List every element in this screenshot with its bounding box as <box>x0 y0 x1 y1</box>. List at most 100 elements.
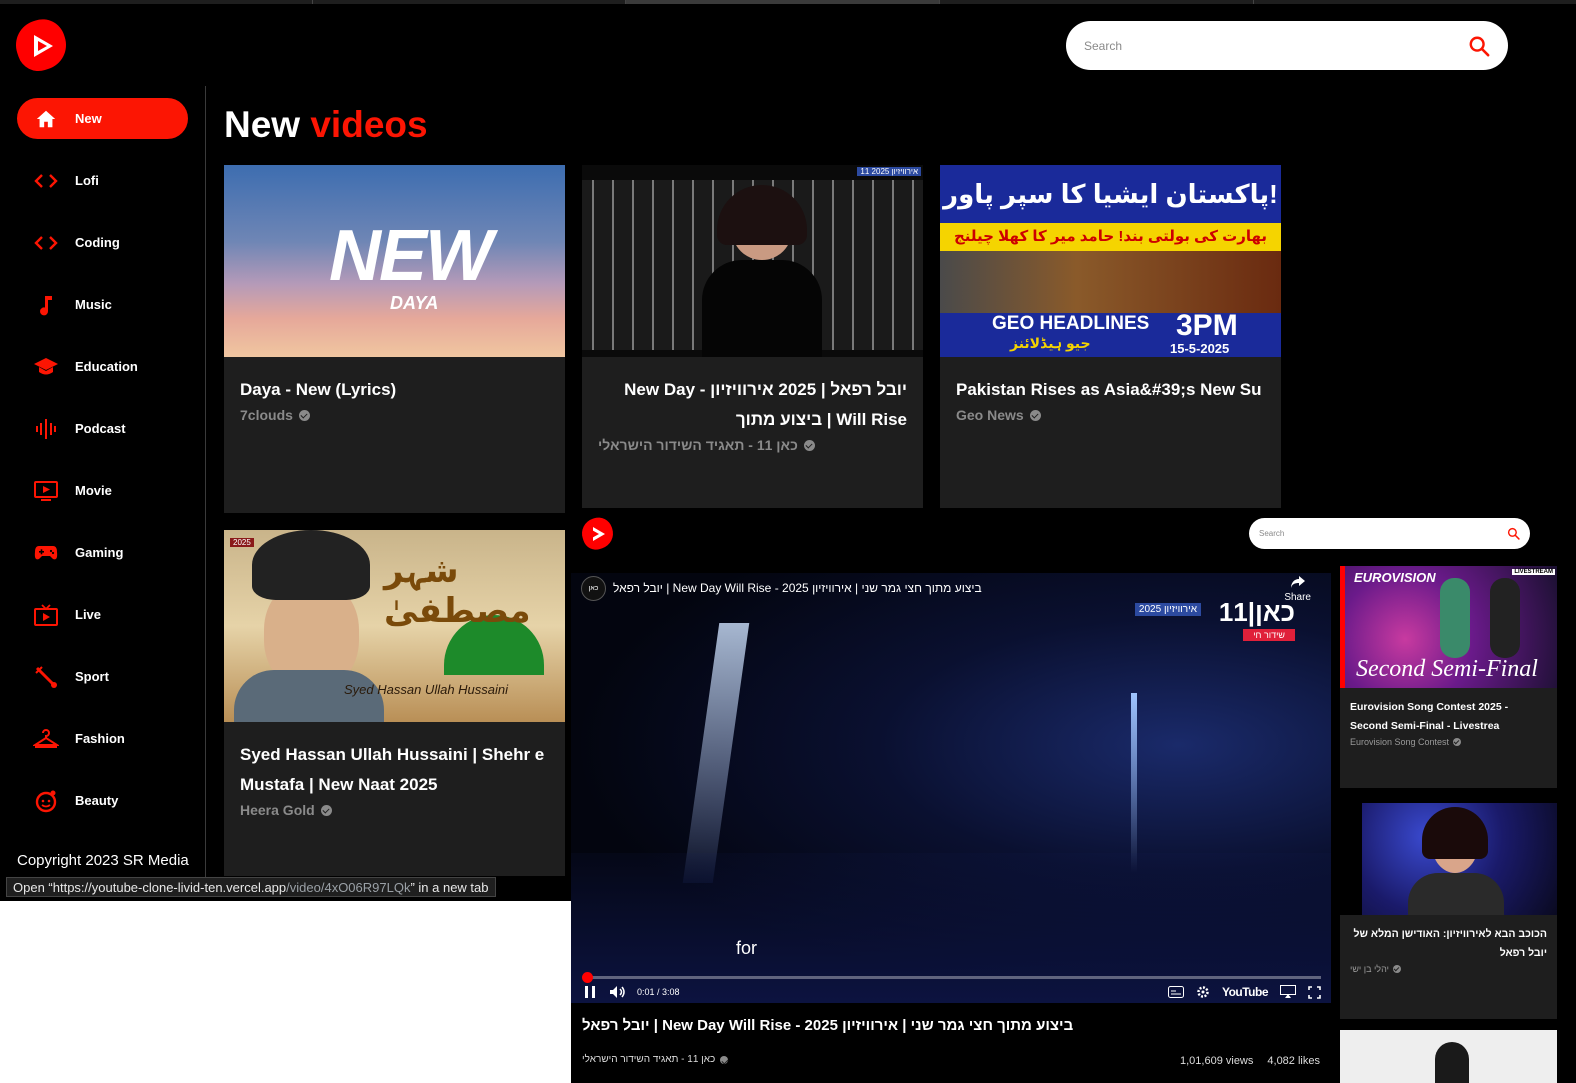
sidebar-item-movie[interactable]: Movie <box>17 470 188 511</box>
related-title[interactable]: הכוכב הבא לאירוויזיון: האודישן המלא של י… <box>1350 925 1547 963</box>
sidebar-item-new[interactable]: New <box>17 98 188 139</box>
verified-icon <box>803 439 815 451</box>
channel-name[interactable]: Geo News <box>956 407 1024 423</box>
sport-icon <box>17 665 75 689</box>
channel-name[interactable]: Eurovision Song Contest <box>1350 737 1449 747</box>
sidebar-item-coding[interactable]: Coding <box>17 222 188 263</box>
browser-tab[interactable] <box>313 0 626 4</box>
related-video-card[interactable] <box>1340 1030 1557 1083</box>
channel-name[interactable]: Heera Gold <box>240 802 315 818</box>
thumbnail-date: 15-5-2025 <box>1170 341 1230 356</box>
sidebar-item-label: Coding <box>75 235 120 250</box>
channel-name[interactable]: 7clouds <box>240 407 293 423</box>
page-title: New videos <box>224 104 428 146</box>
related-thumbnail[interactable] <box>1340 803 1557 915</box>
volume-icon[interactable] <box>609 985 627 999</box>
verified-icon <box>298 409 310 421</box>
sidebar-item-gaming[interactable]: Gaming <box>17 532 188 573</box>
thumbnail-logo: EUROVISION <box>1354 570 1436 585</box>
sidebar-item-label: Fashion <box>75 731 125 746</box>
sidebar-item-lofi[interactable]: Lofi <box>17 160 188 201</box>
channel-name[interactable]: כאן 11 - תאגיד השידור הישראלי <box>582 1054 715 1065</box>
hanger-icon <box>17 728 75 749</box>
face-icon <box>17 789 75 813</box>
video-card[interactable]: شہر مصطفیٰ Syed Hassan Ullah Hussaini 20… <box>224 530 565 876</box>
related-title[interactable]: Eurovision Song Contest 2025 - Second Se… <box>1350 698 1547 736</box>
video-card[interactable]: پاکستان ایشیا کا سپر پاور! بھارت کی بولت… <box>940 165 1281 508</box>
app-logo[interactable] <box>9 13 73 77</box>
thumbnail-program-urdu: جیو ہیڈلائنز <box>1010 335 1091 351</box>
video-card[interactable]: 11 אירוויזיון 2025 יובל רפאל | 2025 אירו… <box>582 165 923 508</box>
settings-icon[interactable] <box>1196 985 1210 999</box>
blank-area <box>0 901 571 1083</box>
airplay-icon[interactable] <box>1280 985 1296 999</box>
like-count: 4,082 likes <box>1267 1055 1320 1067</box>
related-video-card[interactable]: הכוכב הבא לאירוויזיון: האודישן המלא של י… <box>1340 803 1557 1019</box>
sidebar-item-live[interactable]: Live <box>17 594 188 635</box>
player-title[interactable]: ביצוע מתוך חצי גמר שני | אירוויזיון 2025… <box>613 581 982 595</box>
thumbnail-badge: 2025 <box>230 538 254 547</box>
video-title[interactable]: Daya - New (Lyrics) <box>240 375 549 405</box>
progress-bar[interactable] <box>581 972 1321 983</box>
time-display: 0:01 / 3:08 <box>637 987 680 997</box>
captions-icon[interactable] <box>1167 986 1184 998</box>
sidebar-item-label: Podcast <box>75 421 126 436</box>
link-status-tooltip: Open “https://youtube-clone-livid-ten.ve… <box>6 877 496 897</box>
sidebar-item-education[interactable]: Education <box>17 346 188 387</box>
video-player[interactable]: כאן ביצוע מתוך חצי גמר שני | אירוויזיון … <box>571 573 1331 1003</box>
sidebar-item-label: Music <box>75 297 112 312</box>
thumbnail-time: 3PM <box>1176 309 1238 342</box>
search-input[interactable]: Search <box>1084 39 1468 53</box>
fullscreen-icon[interactable] <box>1308 985 1321 999</box>
video-title[interactable]: Pakistan Rises as Asia&#39;s New Su <box>956 375 1265 405</box>
sidebar-item-music[interactable]: Music <box>17 284 188 325</box>
graduation-cap-icon <box>17 357 75 377</box>
home-icon <box>17 108 75 130</box>
sidebar-item-fashion[interactable]: Fashion <box>17 718 188 759</box>
channel-name[interactable]: כאן 11 - תאגיד השידור הישראלי <box>598 437 798 453</box>
thumbnail-text: NEW <box>329 216 493 296</box>
page-title-accent-word: videos <box>310 104 428 145</box>
video-thumbnail[interactable]: پاکستان ایشیا کا سپر پاور! بھارت کی بولت… <box>940 165 1281 357</box>
browser-tab[interactable] <box>0 0 313 4</box>
browser-tab-strip <box>0 0 1576 4</box>
view-count: 1,01,609 views <box>1180 1055 1254 1067</box>
copyright-text: Copyright 2023 SR Media <box>17 852 189 869</box>
movie-icon <box>17 480 75 501</box>
search-icon[interactable] <box>1468 35 1490 57</box>
video-thumbnail[interactable]: NEW DAYA <box>224 165 565 357</box>
search-input[interactable]: Search <box>1259 529 1507 538</box>
video-card[interactable]: NEW DAYA Daya - New (Lyrics) 7clouds <box>224 165 565 513</box>
thumbnail-text: Second Semi-Final <box>1356 656 1538 682</box>
video-title[interactable]: יובל רפאל | 2025 אירוויזיון - New Day Wi… <box>598 375 907 435</box>
sidebar-item-label: Education <box>75 359 138 374</box>
video-thumbnail[interactable]: 11 אירוויזיון 2025 <box>582 165 923 357</box>
sidebar-item-label: Lofi <box>75 173 99 188</box>
youtube-button[interactable]: YouTube <box>1222 985 1269 999</box>
search-icon[interactable] <box>1507 527 1520 540</box>
related-video-card[interactable]: EUROVISION LIVESTREAM Second Semi-Final … <box>1340 566 1557 788</box>
search-bar[interactable]: Search <box>1066 21 1508 70</box>
sidebar-item-beauty[interactable]: Beauty <box>17 780 188 821</box>
video-title[interactable]: Syed Hassan Ullah Hussaini | Shehr e Mus… <box>240 740 549 800</box>
verified-icon <box>1029 409 1041 421</box>
broadcaster-logo: כאן|11 <box>1218 597 1295 627</box>
pause-icon[interactable] <box>583 985 597 999</box>
thumbnail-badge: 11 אירוויזיון 2025 <box>857 167 921 176</box>
channel-name[interactable]: יהלי בן ישי <box>1350 964 1389 974</box>
related-thumbnail[interactable]: EUROVISION LIVESTREAM Second Semi-Final <box>1340 566 1557 688</box>
search-bar-small[interactable]: Search <box>1249 518 1530 549</box>
sidebar-item-podcast[interactable]: Podcast <box>17 408 188 449</box>
app-logo-small[interactable] <box>577 513 618 554</box>
sidebar-item-label: Movie <box>75 483 112 498</box>
browser-tab-active[interactable] <box>626 0 940 4</box>
progress-scrubber[interactable] <box>581 972 593 983</box>
sidebar-item-label: New <box>75 111 102 126</box>
sidebar-item-sport[interactable]: Sport <box>17 656 188 697</box>
share-icon <box>1290 576 1305 588</box>
video-thumbnail[interactable]: شہر مصطفیٰ Syed Hassan Ullah Hussaini 20… <box>224 530 565 722</box>
channel-avatar[interactable]: כאן <box>581 576 606 601</box>
gamepad-icon <box>17 544 75 562</box>
browser-tab[interactable] <box>940 0 1254 4</box>
thumbnail-headline: پاکستان ایشیا کا سپر پاور! <box>940 165 1281 223</box>
